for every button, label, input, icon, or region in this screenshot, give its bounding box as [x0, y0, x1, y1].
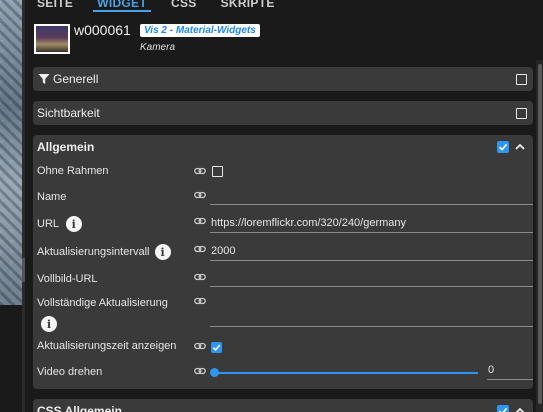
- link-icon[interactable]: [194, 189, 206, 201]
- row-interval: Aktualisierungsintervall i 2000: [33, 241, 533, 263]
- link-icon[interactable]: [194, 271, 206, 283]
- group-generell-checkbox[interactable]: [516, 73, 527, 85]
- rotate-slider-track[interactable]: [214, 372, 478, 374]
- link-icon[interactable]: [194, 243, 206, 255]
- label-interval-group: Aktualisierungsintervall i: [37, 244, 171, 260]
- editor-canvas-preview[interactable]: [0, 0, 22, 305]
- group-allgemein-header[interactable]: Allgemein: [33, 135, 533, 159]
- group-generell[interactable]: Generell: [33, 67, 533, 91]
- scrollbar-thumb[interactable]: [538, 64, 542, 404]
- panel-splitter[interactable]: [22, 0, 25, 412]
- label-ohne-rahmen: Ohne Rahmen: [37, 165, 109, 177]
- widget-set-badge: Vis 2 - Material-Widgets: [140, 24, 260, 37]
- row-vollbild-url: Vollbild-URL: [33, 269, 533, 291]
- chevron-up-icon[interactable]: [513, 404, 527, 412]
- group-css-allgemein-checkbox[interactable]: [497, 405, 509, 412]
- interval-input[interactable]: 2000: [210, 243, 533, 261]
- label-url: URL: [37, 217, 59, 230]
- row-name: Name: [33, 187, 533, 209]
- group-allgemein: Allgemein Ohne Rahmen Name URL i https:/…: [33, 135, 533, 389]
- show-time-checkbox[interactable]: [211, 342, 222, 353]
- label-url-group: URL i: [37, 216, 82, 232]
- row-url: URL i https://loremflickr.com/320/240/ge…: [33, 213, 533, 235]
- row-full-refresh: Vollständige Aktualisierung i: [33, 295, 533, 335]
- group-title-sichtbarkeit: Sichtbarkeit: [37, 106, 100, 120]
- info-icon[interactable]: i: [41, 316, 57, 332]
- group-title-css-allgemein: CSS Allgemein: [37, 404, 122, 412]
- link-icon[interactable]: [194, 295, 206, 307]
- filter-icon: [37, 72, 51, 86]
- tab-css[interactable]: CSS: [159, 0, 209, 12]
- tab-skripte[interactable]: SKRIPTE: [209, 0, 287, 12]
- link-icon[interactable]: [194, 340, 206, 352]
- label-interval: Aktualisierungsintervall: [37, 245, 150, 258]
- label-name: Name: [37, 191, 67, 203]
- label-vollbild-url: Vollbild-URL: [37, 273, 98, 285]
- full-refresh-input[interactable]: [210, 295, 533, 327]
- group-css-allgemein[interactable]: CSS Allgemein: [33, 399, 533, 412]
- info-icon[interactable]: i: [65, 216, 82, 232]
- property-tabs: SEITE WIDGET CSS SKRIPTE: [25, 0, 543, 12]
- group-sichtbarkeit-checkbox[interactable]: [516, 107, 527, 119]
- label-full-refresh: Vollständige Aktualisierung: [37, 297, 168, 309]
- link-icon[interactable]: [194, 215, 206, 227]
- row-rotate: Video drehen 0: [33, 364, 533, 384]
- group-sichtbarkeit[interactable]: Sichtbarkeit: [33, 101, 533, 125]
- link-icon[interactable]: [194, 365, 206, 377]
- row-ohne-rahmen: Ohne Rahmen: [33, 165, 533, 181]
- group-title-generell: Generell: [53, 72, 99, 86]
- group-allgemein-checkbox[interactable]: [497, 141, 509, 153]
- tab-seite[interactable]: SEITE: [25, 0, 85, 12]
- widget-id: w000061: [74, 22, 131, 38]
- group-title-allgemein: Allgemein: [37, 140, 95, 154]
- label-rotate: Video drehen: [37, 366, 103, 378]
- widget-type: Kamera: [140, 42, 176, 53]
- tab-widget[interactable]: WIDGET: [85, 0, 159, 12]
- url-input[interactable]: https://loremflickr.com/320/240/germany: [210, 215, 533, 233]
- name-input[interactable]: [210, 187, 533, 205]
- chevron-up-icon[interactable]: [513, 140, 527, 154]
- rotate-value-input[interactable]: 0: [487, 364, 533, 380]
- info-icon[interactable]: i: [154, 244, 171, 260]
- link-icon[interactable]: [194, 165, 206, 177]
- row-show-time: Aktualisierungszeit anzeigen: [33, 340, 533, 356]
- splitter-grip-handle[interactable]: [22, 258, 25, 282]
- label-show-time: Aktualisierungszeit anzeigen: [37, 340, 177, 352]
- ohne-rahmen-checkbox[interactable]: [212, 166, 223, 177]
- rotate-slider-knob[interactable]: [210, 368, 219, 377]
- widget-thumbnail: [34, 24, 70, 54]
- widget-properties-panel: SEITE WIDGET CSS SKRIPTE w000061 Vis 2 -…: [0, 0, 543, 412]
- vollbild-url-input[interactable]: [210, 269, 533, 287]
